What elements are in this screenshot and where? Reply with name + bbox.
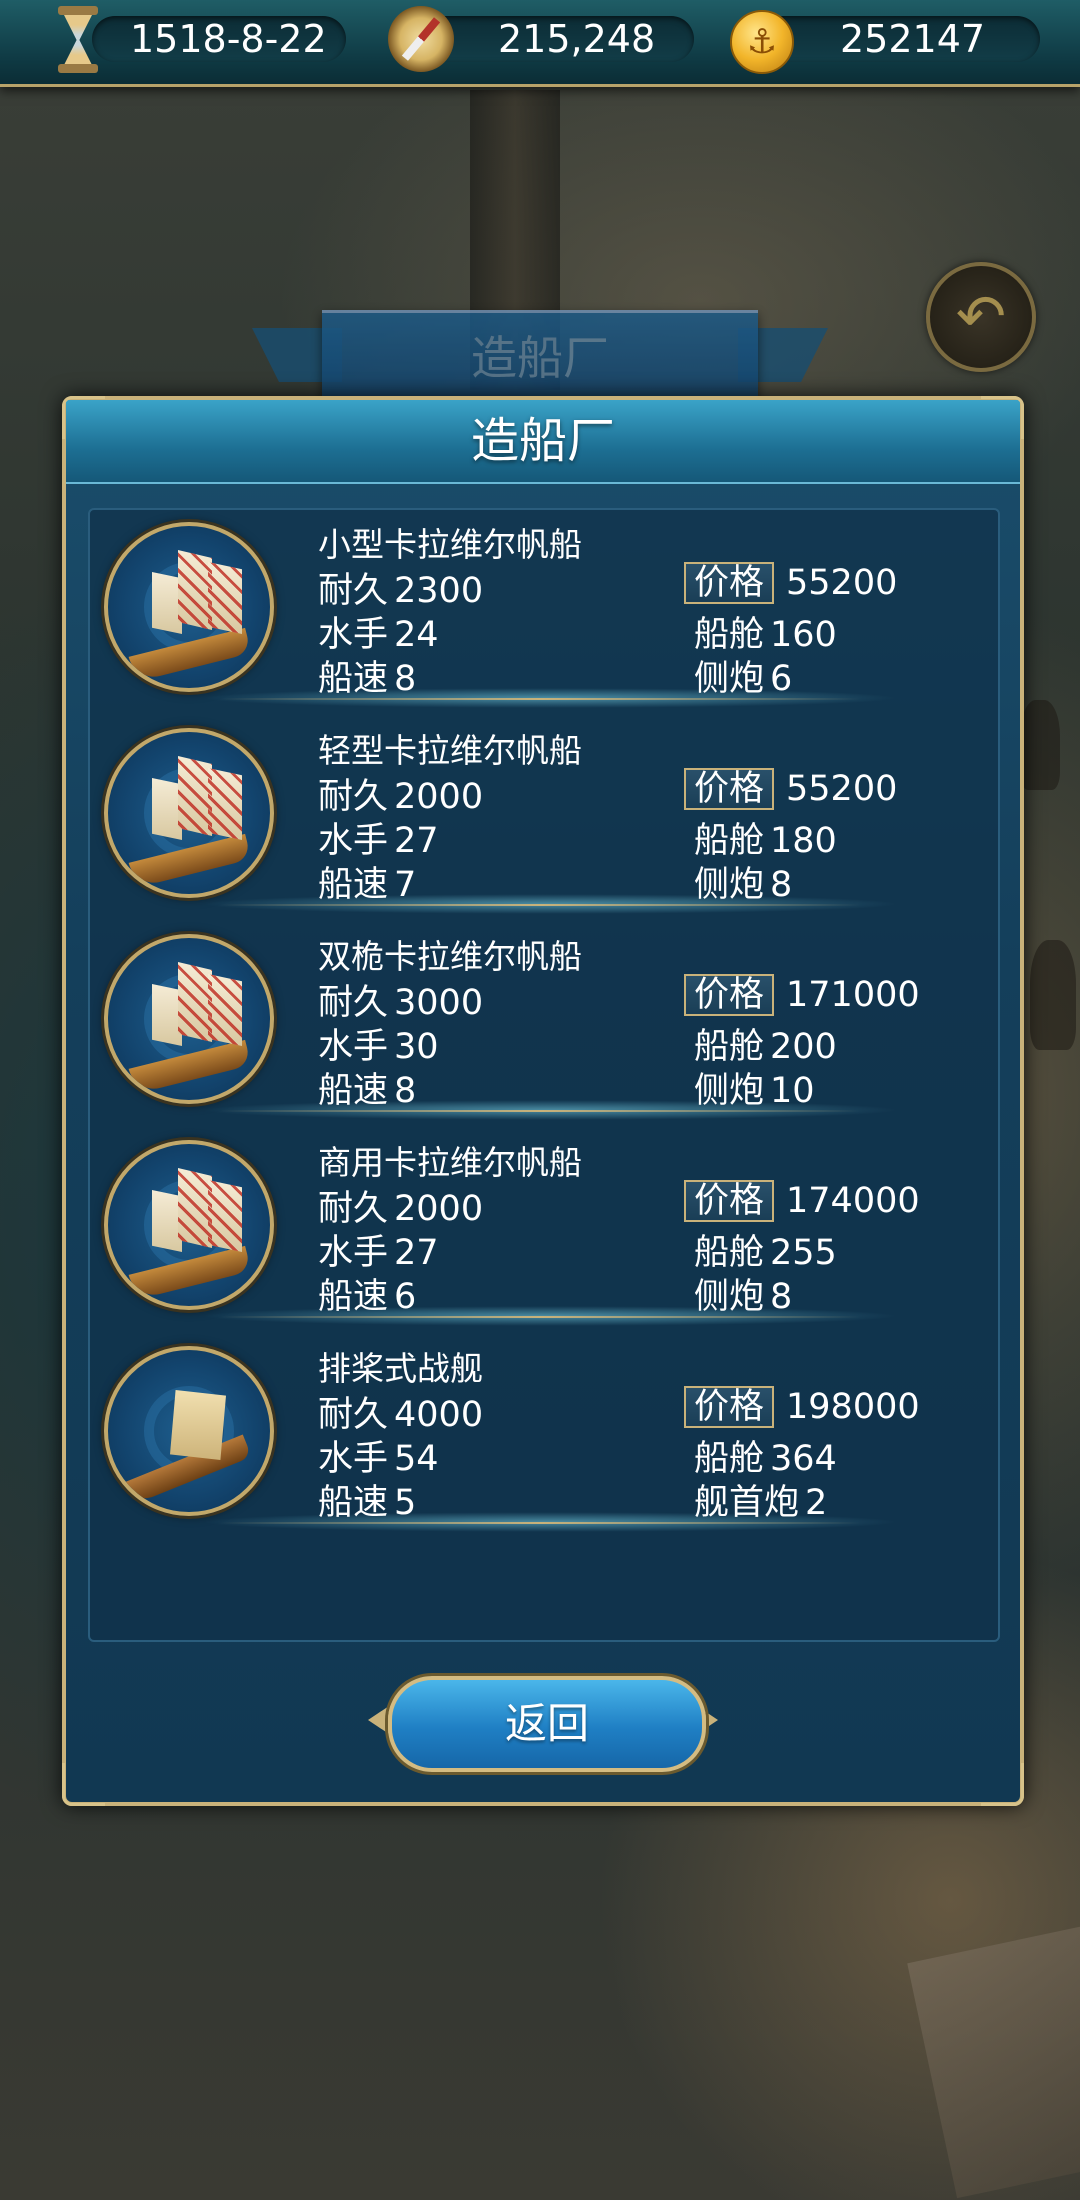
ship-price: 价格 171000	[684, 974, 920, 1016]
ship-name: 轻型卡拉维尔帆船	[318, 731, 582, 770]
corner-ornament	[981, 1763, 1024, 1806]
fame-panel: 215,248	[416, 16, 694, 62]
background-banner: 造船厂	[322, 310, 758, 403]
ship-price: 价格 174000	[684, 1180, 920, 1222]
ship-name: 商用卡拉维尔帆船	[318, 1143, 582, 1182]
price-tag: 价格	[684, 1386, 775, 1428]
return-button[interactable]: 返回	[368, 1670, 718, 1772]
gold-value: 252147	[840, 17, 986, 61]
background-figure	[1020, 700, 1060, 790]
corner-ornament	[981, 396, 1024, 439]
corner-ornament	[62, 396, 105, 439]
caravel-ship-icon	[104, 1140, 274, 1310]
ship-speed: 船速 5	[318, 1483, 417, 1523]
ship-row[interactable]: 商用卡拉维尔帆船 耐久 2000 水手 27 船速 6 价格 174000 船舱 255 …	[90, 1128, 998, 1334]
ship-list: 小型卡拉维尔帆船 耐久 2300 水手 24 船速 8 价格 55200 船舱 160 侧…	[88, 508, 1000, 1642]
resource-bar: 1518-8-22 215,248 252147 ⚓	[0, 0, 1080, 87]
fame-value: 215,248	[498, 17, 656, 61]
ship-speed: 船速 8	[318, 659, 417, 699]
dialog-title: 造船厂	[470, 413, 615, 469]
galley-ship-icon	[104, 1346, 274, 1516]
ship-speed: 船速 6	[318, 1277, 417, 1317]
ship-cannon: 舰首炮 2	[694, 1483, 828, 1523]
ship-row[interactable]: 小型卡拉维尔帆船 耐久 2300 水手 24 船速 8 价格 55200 船舱 160 侧…	[90, 510, 998, 716]
ship-price: 价格 55200	[684, 768, 897, 810]
return-button-label: 返回	[504, 1699, 589, 1748]
ship-cannon: 侧炮 8	[694, 1277, 793, 1317]
caravel-ship-icon	[104, 522, 274, 692]
ship-row[interactable]: 双桅卡拉维尔帆船 耐久 3000 水手 30 船速 8 价格 171000 船舱 200 …	[90, 922, 998, 1128]
price-tag: 价格	[684, 1180, 775, 1222]
ship-row[interactable]: 轻型卡拉维尔帆船 耐久 2000 水手 27 船速 7 价格 55200 船舱 180 侧…	[90, 716, 998, 922]
background-cart	[907, 1921, 1080, 2199]
caravel-ship-icon	[104, 934, 274, 1104]
corner-ornament	[62, 1763, 105, 1806]
date-value: 1518-8-22	[130, 17, 327, 61]
ship-cannon: 侧炮 10	[694, 1071, 815, 1111]
gold-panel: 252147	[760, 16, 1040, 62]
background-figure	[1030, 940, 1076, 1050]
compass-icon	[388, 6, 454, 72]
price-tag: 价格	[684, 974, 775, 1016]
back-arrow-icon: ↶	[955, 282, 1007, 352]
ship-price: 价格 55200	[684, 562, 897, 604]
dialog-header: 造船厂	[66, 400, 1020, 484]
background-banner-title: 造船厂	[471, 331, 609, 385]
ship-name: 排桨式战舰	[318, 1349, 483, 1388]
ship-speed: 船速 7	[318, 865, 417, 905]
caravel-ship-icon	[104, 728, 274, 898]
date-panel: 1518-8-22	[92, 16, 346, 62]
ship-price: 价格 198000	[684, 1386, 920, 1428]
ship-row[interactable]: 排桨式战舰 耐久 4000 水手 54 船速 5 价格 198000 船舱 364 舰首炮…	[90, 1334, 998, 1540]
gold-coin-icon: ⚓	[730, 10, 794, 74]
shipyard-dialog: 造船厂 小型卡拉维尔帆船 耐久 2300 水手 24 船速 8 价格 55200 船舱 1…	[62, 396, 1024, 1806]
hourglass-icon	[58, 6, 98, 74]
ship-name: 双桅卡拉维尔帆船	[318, 937, 582, 976]
price-tag: 价格	[684, 768, 775, 810]
back-button[interactable]: ↶	[926, 262, 1036, 372]
ship-name: 小型卡拉维尔帆船	[318, 525, 582, 564]
price-tag: 价格	[684, 562, 775, 604]
ship-cannon: 侧炮 6	[694, 659, 793, 699]
ship-speed: 船速 8	[318, 1071, 417, 1111]
ship-cannon: 侧炮 8	[694, 865, 793, 905]
